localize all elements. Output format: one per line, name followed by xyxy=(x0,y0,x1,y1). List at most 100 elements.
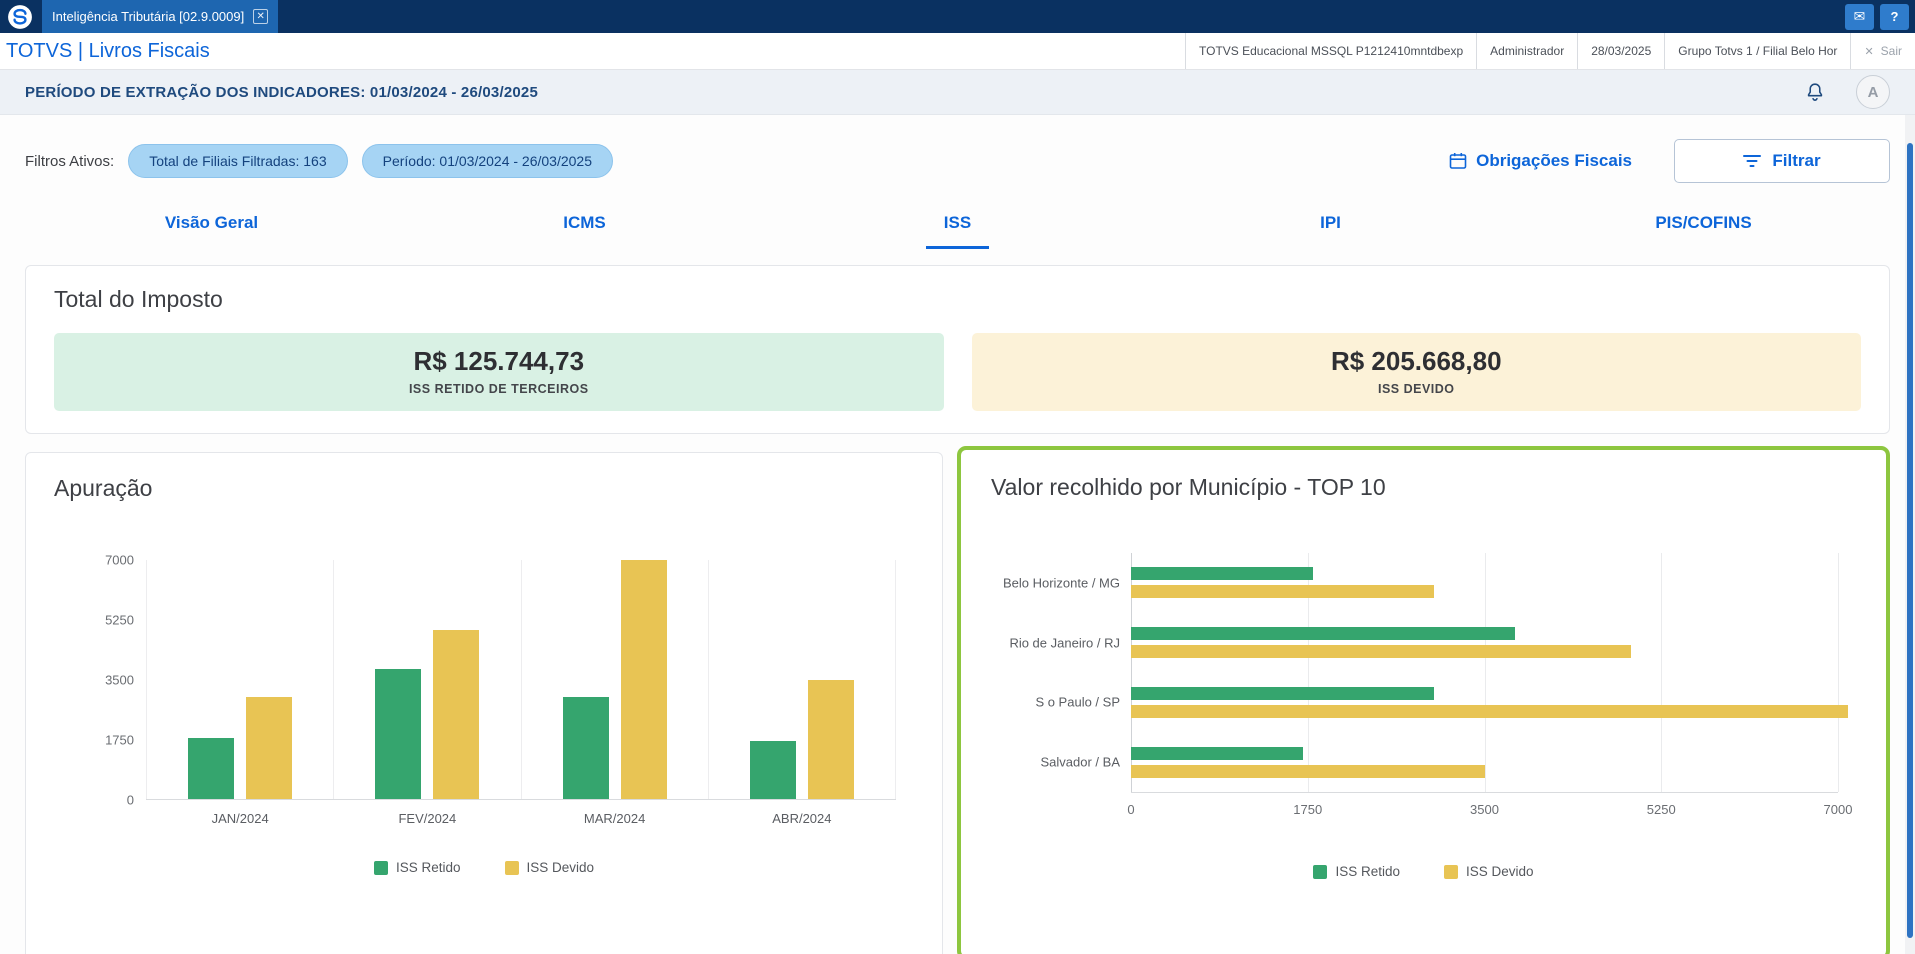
bar-iss-retido xyxy=(1131,686,1434,700)
legend-swatch-iss-retido xyxy=(1313,864,1328,879)
legend-swatch-iss-retido xyxy=(373,860,388,875)
iss-devido-total-label: ISS DEVIDO xyxy=(1377,382,1455,396)
logout-button[interactable]: ✕ Sair xyxy=(1850,33,1915,69)
iss-retido-total-value: R$ 125.744,73 xyxy=(413,346,585,376)
filter-row: Filtros Ativos: Total de Filiais Filtrad… xyxy=(25,139,1890,183)
active-filters-label: Filtros Ativos: xyxy=(25,152,115,170)
vertical-scrollbar[interactable] xyxy=(1905,115,1915,954)
x-tick-label: 1750 xyxy=(1293,802,1323,817)
bar-row-rio-de-janeiro-rj: Rio de Janeiro / RJ xyxy=(1009,627,1838,659)
period-bar: PERÍODO DE EXTRAÇÃO DOS INDICADORES: 01/… xyxy=(0,70,1915,115)
bars xyxy=(147,560,333,799)
category-label: S o Paulo / SP xyxy=(1035,694,1120,710)
legend-item-iss-retido: ISS Retido xyxy=(373,860,461,875)
header-cells: TOTVS Educacional MSSQL P1212410mntdbexp… xyxy=(1185,33,1915,69)
filter-button[interactable]: Filtrar xyxy=(1674,139,1890,183)
plot-area: JAN/2024 FEV/2024 MAR/2024 ABR/2024 xyxy=(146,560,896,826)
bar-group-mar-2024: MAR/2024 xyxy=(520,560,708,826)
bar-group-fev-2024: FEV/2024 xyxy=(333,560,520,826)
app-title: TOTVS | Livros Fiscais xyxy=(6,39,210,62)
bar-group-abr-2024: ABR/2024 xyxy=(707,560,896,826)
filter-chip[interactable]: Total de Filiais Filtradas: 163 xyxy=(128,144,348,178)
category-label: Belo Horizonte / MG xyxy=(1002,575,1120,591)
bar-row-s-o-paulo-sp: S o Paulo / SP xyxy=(1035,686,1849,718)
bars xyxy=(334,560,520,799)
help-icon: ? xyxy=(1890,9,1899,24)
legend-label: ISS Devido xyxy=(526,860,595,875)
tab-ipi[interactable]: IPI xyxy=(1144,213,1517,249)
bar-iss-retido xyxy=(1131,567,1313,581)
tab-pis-cofins[interactable]: PIS/COFINS xyxy=(1517,213,1890,249)
x-axis-label: JAN/2024 xyxy=(211,811,269,826)
bars xyxy=(522,560,708,799)
scrollbar-thumb[interactable] xyxy=(1907,143,1913,938)
x-axis-label: FEV/2024 xyxy=(398,811,457,826)
environment-cell: TOTVS Educacional MSSQL P1212410mntdbexp xyxy=(1185,33,1476,69)
bar-iss-devido xyxy=(433,630,480,799)
bar-group-jan-2024: JAN/2024 xyxy=(146,560,333,826)
municipio-legend: ISS Retido ISS Devido xyxy=(991,864,1856,879)
category-label: Salvador / BA xyxy=(1040,754,1121,770)
fiscal-obligations-link[interactable]: Obrigações Fiscais xyxy=(1449,151,1632,171)
bar-iss-retido xyxy=(749,740,796,799)
y-tick-label: 5250 xyxy=(105,612,134,628)
y-tick-label: 1750 xyxy=(105,732,134,748)
x-tick-label: 5250 xyxy=(1646,802,1676,817)
active-filter-chips: Total de Filiais Filtradas: 163 Período: … xyxy=(128,144,614,178)
top-bar: Inteligência Tributária [02.9.0009] ✕ ✉ … xyxy=(0,0,1915,33)
mail-icon: ✉ xyxy=(1853,8,1866,24)
y-tick-label: 3500 xyxy=(105,672,134,688)
total-imposto-title: Total do Imposto xyxy=(54,286,223,312)
bar-rows: Belo Horizonte / MG Rio de Janeiro / RJ S … xyxy=(1003,553,1849,792)
app-tab-title: Inteligência Tributária [02.9.0009] xyxy=(52,9,245,24)
total-imposto-card: Total do Imposto R$ 125.744,73 ISS RETID… xyxy=(25,265,1890,434)
bar-iss-retido xyxy=(1131,746,1303,760)
legend-label: ISS Devido xyxy=(1466,864,1534,879)
y-tick-label: 0 xyxy=(126,792,134,808)
bar-iss-devido xyxy=(620,560,667,799)
notifications-button[interactable] xyxy=(1804,80,1826,104)
municipio-card: Valor recolhido por Município - TOP 10 B… xyxy=(963,452,1884,954)
date-cell[interactable]: 28/03/2025 xyxy=(1577,33,1664,69)
legend-item-iss-retido: ISS Retido xyxy=(1313,864,1400,879)
help-button[interactable]: ? xyxy=(1880,3,1909,30)
bell-icon xyxy=(1807,83,1823,101)
bar-iss-retido xyxy=(562,696,609,799)
filter-icon xyxy=(1743,155,1762,167)
x-tick-label: 0 xyxy=(1127,802,1135,817)
bar-iss-devido xyxy=(1131,645,1631,659)
close-icon: ✕ xyxy=(1864,45,1874,58)
filter-chip[interactable]: Período: 01/03/2024 - 26/03/2025 xyxy=(361,144,614,178)
y-tick-label: 7000 xyxy=(105,552,134,568)
close-tab-icon[interactable]: ✕ xyxy=(253,9,269,24)
avatar[interactable]: A xyxy=(1856,75,1890,109)
bar-iss-devido xyxy=(1131,764,1485,778)
mail-button[interactable]: ✉ xyxy=(1845,3,1874,30)
x-axis-label: ABR/2024 xyxy=(772,811,832,826)
legend-item-iss-devido: ISS Devido xyxy=(504,860,595,875)
tab-icms[interactable]: ICMS xyxy=(398,213,771,249)
tab-iss[interactable]: ISS xyxy=(771,213,1144,249)
fiscal-obligations-label: Obrigações Fiscais xyxy=(1476,151,1632,170)
y-axis: 0 1750 3500 5250 7000 xyxy=(54,553,146,808)
x-tick-label: 3500 xyxy=(1470,802,1499,817)
gridline xyxy=(1838,553,1839,792)
x-tick-label: 7000 xyxy=(1823,802,1853,817)
legend-swatch-iss-devido xyxy=(1444,864,1458,879)
branch-cell[interactable]: Grupo Totvs 1 / Filial Belo Hor xyxy=(1664,33,1850,69)
period-actions: A xyxy=(1804,75,1890,109)
app-window: Inteligência Tributária [02.9.0009] ✕ ✉ … xyxy=(0,0,1915,954)
tab-visao-geral[interactable]: Visão Geral xyxy=(25,213,398,249)
selection-highlight-border: Valor recolhido por Município - TOP 10 B… xyxy=(957,446,1890,954)
bar-iss-devido xyxy=(807,679,854,799)
legend-item-iss-devido: ISS Devido xyxy=(1444,864,1534,879)
tab-label: PIS/COFINS xyxy=(1655,213,1752,232)
bar-iss-retido xyxy=(1131,627,1515,641)
plot-area: Belo Horizonte / MG Rio de Janeiro / RJ S … xyxy=(1003,553,1849,793)
total-boxes: R$ 125.744,73 ISS RETIDO DE TERCEIROS R$… xyxy=(54,333,1861,411)
apuracao-chart: 0 1750 3500 5250 7000 JAN/2024 FEV/2024 MAR/202… xyxy=(54,553,914,826)
apuracao-card: Apuração 0 1750 3500 5250 7000 JAN/2024 FEV/20… xyxy=(25,452,943,954)
bar-iss-devido xyxy=(246,696,293,799)
app-tab[interactable]: Inteligência Tributária [02.9.0009] ✕ xyxy=(42,0,279,33)
x-axis-ticks: 0 1750 3500 5250 7000 xyxy=(1127,802,1852,820)
